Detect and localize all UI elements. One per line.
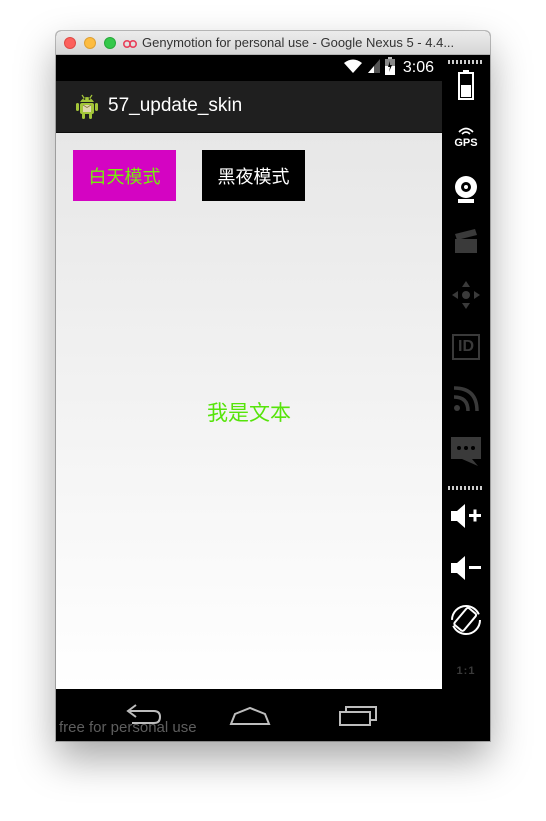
battery-widget-icon[interactable] [446, 67, 486, 103]
genymotion-window: Genymotion for personal use - Google Nex… [56, 31, 490, 741]
pixel-perfect-icon[interactable]: 1:1 [446, 653, 486, 689]
minimize-window-button[interactable] [84, 37, 96, 49]
gps-widget-icon[interactable]: GPS [446, 119, 486, 155]
sms-widget-icon[interactable] [446, 433, 486, 469]
action-bar: 57_update_skin [56, 81, 442, 133]
sidebar-grip-top [448, 60, 484, 64]
zoom-window-button[interactable] [104, 37, 116, 49]
signal-icon [367, 58, 381, 79]
battery-icon [384, 56, 395, 80]
device-screen: 3:06 57_update_skin 白天模式 黑夜模式 我是文本 free … [56, 55, 442, 741]
home-icon[interactable] [226, 701, 274, 729]
sample-text: 我是文本 [207, 401, 291, 425]
close-window-button[interactable] [64, 37, 76, 49]
genymotion-sidebar: GPS ID 1:1 [442, 55, 490, 741]
screencast-widget-icon[interactable] [446, 223, 486, 259]
window-titlebar: Genymotion for personal use - Google Nex… [56, 31, 490, 55]
device-id-widget-icon[interactable]: ID [446, 329, 486, 365]
day-mode-button[interactable]: 白天模式 [73, 150, 176, 201]
genymotion-logo-icon [122, 37, 138, 49]
android-app-icon [72, 91, 102, 121]
camera-widget-icon[interactable] [446, 172, 486, 208]
status-clock: 3:06 [402, 59, 434, 76]
night-mode-button[interactable]: 黑夜模式 [202, 150, 305, 201]
wifi-icon [343, 58, 363, 79]
window-title: Genymotion for personal use - Google Nex… [142, 35, 455, 50]
navigation-bar: free for personal use [56, 689, 442, 741]
more-arrow-icon[interactable] [461, 733, 471, 741]
volume-up-icon[interactable] [446, 498, 486, 534]
sidebar-grip-middle [448, 486, 484, 490]
status-bar: 3:06 [56, 55, 442, 81]
recent-apps-icon[interactable] [334, 701, 382, 729]
volume-down-icon[interactable] [446, 550, 486, 586]
app-title: 57_update_skin [108, 95, 243, 116]
main-content: 白天模式 黑夜模式 我是文本 [56, 133, 442, 689]
network-widget-icon[interactable] [446, 381, 486, 417]
rotate-screen-icon[interactable] [446, 602, 486, 638]
personal-use-watermark: free for personal use [59, 719, 197, 736]
remote-control-widget-icon[interactable] [446, 277, 486, 313]
